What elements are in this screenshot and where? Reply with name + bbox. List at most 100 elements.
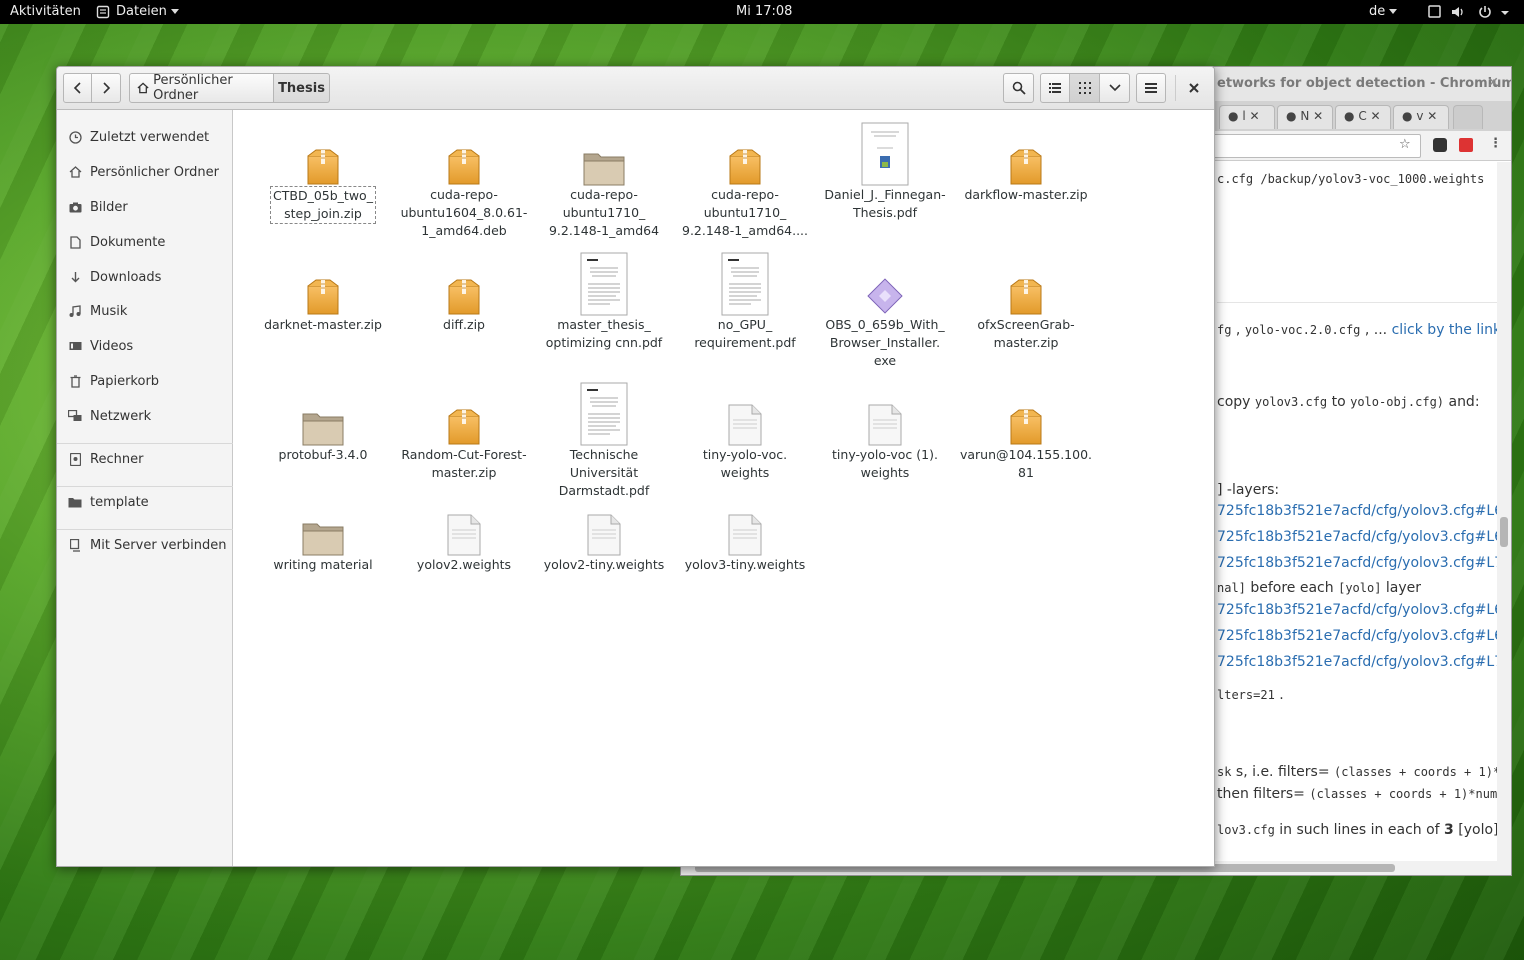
file-item[interactable]: cuda-repo- ubuntu1604_8.0.61- 1_amd64.de… — [394, 114, 534, 240]
new-tab-button[interactable] — [1453, 105, 1483, 129]
keyboard-layout-indicator[interactable]: de — [1369, 4, 1398, 19]
page-link[interactable]: 725fc18b3f521e7acfd/cfg/yolov3.cfg#L776 — [1217, 654, 1511, 670]
file-name: cuda-repo- ubuntu1604_8.0.61- 1_amd64.de… — [400, 187, 528, 238]
file-icon — [534, 484, 674, 556]
page-text-row: nal] before each [yolo] layer — [1217, 580, 1422, 596]
vertical-scrollbar[interactable] — [1497, 162, 1511, 862]
browser-tab[interactable]: ● v ✕ — [1393, 105, 1449, 129]
folder-icon — [253, 374, 393, 446]
sidebar-item-downloads[interactable]: Downloads — [57, 261, 233, 293]
forward-button[interactable] — [92, 73, 121, 103]
app-menu[interactable]: Dateien — [96, 4, 179, 19]
file-name: yolov2.weights — [416, 557, 512, 572]
film-icon — [68, 339, 82, 353]
sidebar-item-dokumente[interactable]: Dokumente — [57, 226, 233, 258]
scrollbar-thumb[interactable] — [1500, 517, 1508, 547]
file-item[interactable]: darknet-master.zip — [253, 244, 393, 334]
camera-icon — [68, 200, 82, 214]
sidebar-item-musik[interactable]: Musik — [57, 295, 233, 327]
app-menu-label: Dateien — [116, 4, 167, 19]
page-link[interactable]: 725fc18b3f521e7acfd/cfg/yolov3.cfg#L783 — [1217, 555, 1511, 571]
file-item[interactable]: writing material — [253, 484, 393, 574]
sidebar-item-label: Persönlicher Ordner — [90, 164, 219, 180]
file-item[interactable]: darkflow-master.zip — [956, 114, 1096, 204]
screen-icon — [1428, 5, 1441, 18]
file-item[interactable]: diff.zip — [394, 244, 534, 334]
sidebar-item-template[interactable]: template — [57, 486, 233, 518]
sidebar-item-bilder[interactable]: Bilder — [57, 191, 233, 223]
menu-icon[interactable]: ⋮ — [1489, 136, 1502, 151]
sidebar-item-pers-nlicher-ordner[interactable]: Persönlicher Ordner — [57, 156, 233, 188]
file-name: yolov3-tiny.weights — [684, 557, 806, 572]
grid-view-button[interactable] — [1070, 73, 1100, 103]
file-item[interactable]: master_thesis_ optimizing cnn.pdf — [534, 244, 674, 352]
file-item[interactable]: CTBD_05b_two_ step_join.zip — [253, 114, 393, 224]
close-button[interactable] — [1181, 73, 1207, 103]
github-icon: ● — [1286, 109, 1297, 123]
folder-icon — [253, 484, 393, 556]
file-item[interactable]: yolov2.weights — [394, 484, 534, 574]
sidebar-item-label: Bilder — [90, 199, 128, 215]
tab-label: C — [1358, 109, 1367, 123]
archive-icon — [956, 114, 1096, 186]
extension-icon[interactable] — [1459, 138, 1473, 152]
sidebar-item-netzwerk[interactable]: Netzwerk — [57, 400, 233, 432]
search-button[interactable] — [1003, 73, 1034, 103]
path-button-current[interactable]: Thesis — [274, 73, 330, 103]
sidebar-item-videos[interactable]: Videos — [57, 330, 233, 362]
path-button-home[interactable]: Persönlicher Ordner — [129, 73, 274, 103]
file-item[interactable]: yolov2-tiny.weights — [534, 484, 674, 574]
sidebar-item-mit-server-verbinden[interactable]: Mit Server verbinden — [57, 529, 233, 561]
file-item[interactable]: cuda-repo- ubuntu1710_ 9.2.148-1_amd64 — [534, 114, 674, 240]
file-item[interactable]: Random-Cut-Forest- master.zip — [394, 374, 534, 482]
sidebar-item-label: Downloads — [90, 269, 162, 285]
sidebar-separator — [57, 529, 233, 530]
page-link[interactable]: click by the link — [1392, 322, 1502, 338]
page-text: c.cfg /backup/yolov3-voc_1000.weights — [1217, 172, 1485, 186]
browser-tab[interactable]: ● C ✕ — [1335, 105, 1391, 129]
file-item[interactable]: cuda-repo- ubuntu1710_ 9.2.148-1_amd64..… — [675, 114, 815, 240]
extension-icon[interactable] — [1433, 138, 1447, 152]
page-link[interactable]: 725fc18b3f521e7acfd/cfg/yolov3.cfg#L603 — [1217, 602, 1511, 618]
page-link[interactable]: 725fc18b3f521e7acfd/cfg/yolov3.cfg#L689 — [1217, 628, 1511, 644]
page-link[interactable]: 725fc18b3f521e7acfd/cfg/yolov3.cfg#L610 — [1217, 503, 1511, 519]
sidebar-item-rechner[interactable]: Rechner — [57, 443, 233, 475]
sidebar-item-zuletzt-verwendet[interactable]: Zuletzt verwendet — [57, 121, 233, 153]
file-item[interactable]: tiny-yolo-voc (1). weights — [815, 374, 955, 482]
file-item[interactable]: varun@104.155.100. 81 — [956, 374, 1096, 482]
file-item[interactable]: no_GPU_ requirement.pdf — [675, 244, 815, 352]
tab-label: v — [1416, 109, 1424, 123]
back-button[interactable] — [63, 73, 92, 103]
file-item[interactable]: OBS_0_659b_With_ Browser_Installer. exe — [815, 244, 955, 370]
page-link[interactable]: 725fc18b3f521e7acfd/cfg/yolov3.cfg#L696 — [1217, 529, 1511, 545]
star-icon[interactable]: ☆ — [1399, 137, 1411, 152]
view-options-button[interactable] — [1100, 73, 1130, 103]
page-text-row: lters=21 . — [1217, 687, 1284, 703]
file-item[interactable]: Technische Universität Darmstadt.pdf — [534, 374, 674, 500]
file-name: master_thesis_ optimizing cnn.pdf — [545, 317, 663, 350]
browser-tab[interactable]: ● l ✕ — [1219, 105, 1275, 129]
files-window: Persönlicher Ordner Thesis Zuletzt verwe… — [56, 66, 1215, 867]
system-menu[interactable] — [1428, 4, 1518, 24]
file-item[interactable]: Daniel_J._Finnegan- Thesis.pdf — [815, 114, 955, 222]
browser-tab[interactable]: ● N ✕ — [1277, 105, 1333, 129]
close-icon[interactable]: ✕ — [1487, 75, 1499, 91]
drive-icon — [68, 452, 82, 466]
trash-icon — [68, 374, 82, 388]
sidebar-item-label: Musik — [90, 303, 128, 319]
file-item[interactable]: ofxScreenGrab- master.zip — [956, 244, 1096, 352]
list-view-icon — [1049, 83, 1061, 93]
file-item[interactable]: protobuf-3.4.0 — [253, 374, 393, 464]
address-bar[interactable] — [1201, 134, 1421, 158]
activities-button[interactable]: Aktivitäten — [10, 4, 81, 19]
file-item[interactable]: yolov3-tiny.weights — [675, 484, 815, 574]
file-name: no_GPU_ requirement.pdf — [694, 317, 796, 350]
clock[interactable]: Mi 17:08 — [736, 4, 792, 19]
list-view-button[interactable] — [1040, 73, 1070, 103]
sidebar-item-papierkorb[interactable]: Papierkorb — [57, 365, 233, 397]
search-icon — [1012, 81, 1026, 95]
music-icon — [68, 304, 82, 318]
file-item[interactable]: tiny-yolo-voc. weights — [675, 374, 815, 482]
menu-button[interactable] — [1136, 73, 1166, 103]
file-name: darkflow-master.zip — [964, 187, 1088, 202]
